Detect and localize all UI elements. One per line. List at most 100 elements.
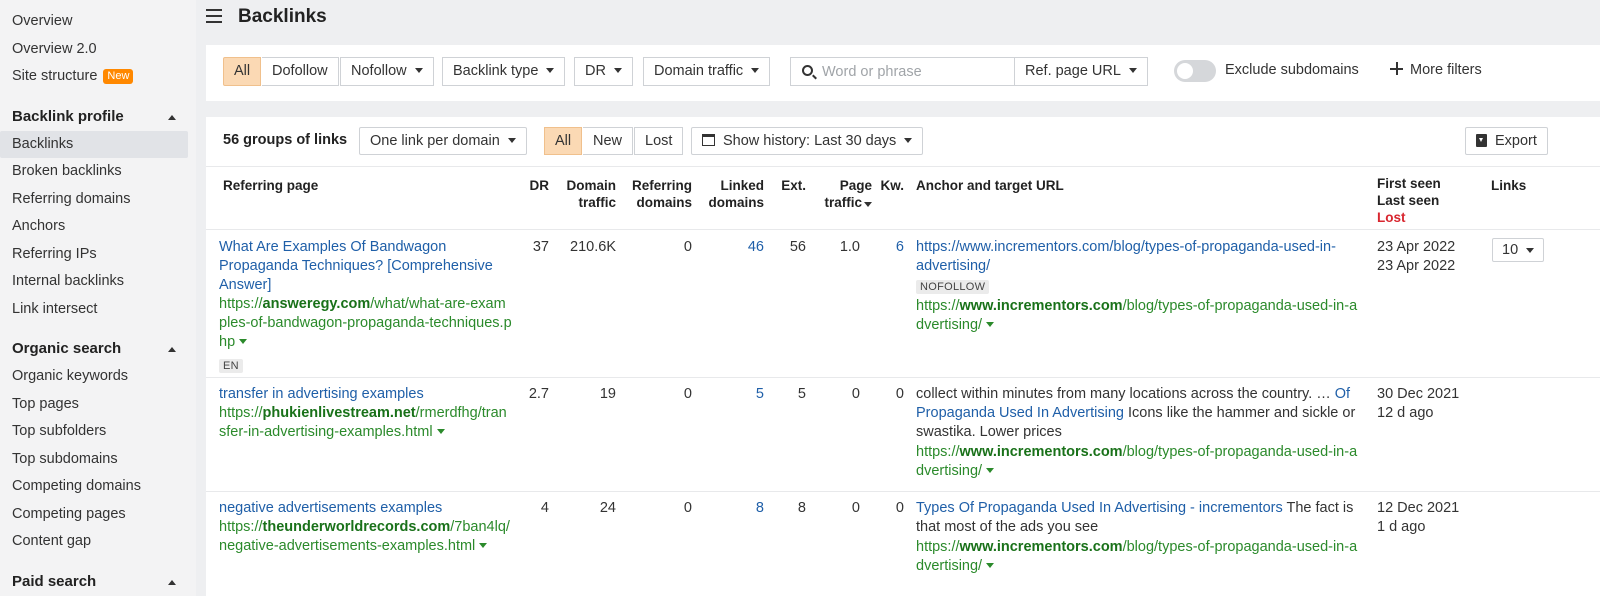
col-label: traffic bbox=[578, 195, 616, 210]
history-all-button[interactable]: All bbox=[544, 127, 583, 155]
sidebar-item-organic-keywords[interactable]: Organic keywords bbox=[0, 363, 196, 391]
col-first-last-seen[interactable]: First seen Last seen Lost bbox=[1377, 175, 1441, 226]
anchor-text: swastika. Lower prices bbox=[916, 424, 1062, 440]
url-line: https://www.incrementors.com/blog/types-… bbox=[916, 538, 1366, 557]
sidebar-item-competing-domains[interactable]: Competing domains bbox=[0, 473, 196, 501]
sidebar-item-anchors[interactable]: Anchors bbox=[0, 213, 196, 241]
anchor-link[interactable]: Of bbox=[1335, 386, 1350, 402]
expand-caret-icon[interactable] bbox=[986, 563, 995, 568]
url-part: dvertising/ bbox=[916, 463, 983, 479]
col-dr[interactable]: DR bbox=[522, 177, 550, 194]
sidebar-item-broken-backlinks[interactable]: Broken backlinks bbox=[0, 158, 196, 186]
sidebar-item-internal-backlinks[interactable]: Internal backlinks bbox=[0, 268, 196, 296]
sidebar-item-overview-2[interactable]: Overview 2.0 bbox=[0, 36, 196, 64]
referring-page-url[interactable]: https://phukienlivestream.net/rmerdfhg/t… bbox=[219, 404, 519, 442]
sidebar: Overview Overview 2.0 Site structure New … bbox=[0, 0, 196, 596]
referring-page-url[interactable]: https://answeregy.com/what/what-are-exam… bbox=[219, 295, 519, 352]
col-label: Linked bbox=[720, 178, 764, 193]
hamburger-menu-icon[interactable] bbox=[206, 9, 222, 23]
expand-caret-icon[interactable] bbox=[436, 429, 445, 434]
sidebar-item-top-pages[interactable]: Top pages bbox=[0, 391, 196, 419]
url-line: negative-advertisements-examples.html bbox=[219, 537, 519, 556]
dr-value: 2.7 bbox=[528, 386, 549, 402]
ref-page-url-dropdown[interactable]: Ref. page URL bbox=[1014, 57, 1148, 86]
col-anchor-target-url[interactable]: Anchor and target URL bbox=[916, 177, 1064, 194]
url-domain: answeregy.com bbox=[262, 296, 371, 312]
plus-icon bbox=[1390, 62, 1403, 75]
page-header: Backlinks bbox=[206, 0, 1600, 40]
col-linked-domains[interactable]: Linked domains bbox=[703, 177, 764, 211]
history-new-button[interactable]: New bbox=[583, 127, 634, 155]
col-ext[interactable]: Ext. bbox=[771, 177, 806, 194]
sidebar-section-organic-search[interactable]: Organic search bbox=[0, 335, 196, 363]
history-lost-button[interactable]: Lost bbox=[634, 127, 684, 155]
expand-caret-icon[interactable] bbox=[239, 339, 248, 344]
col-referring-page[interactable]: Referring page bbox=[223, 177, 318, 194]
search-input[interactable] bbox=[822, 58, 1007, 85]
sidebar-item-referring-domains[interactable]: Referring domains bbox=[0, 186, 196, 214]
anchor-link[interactable]: Propaganda Used In Advertising bbox=[916, 405, 1124, 421]
col-referring-domains[interactable]: Referring domains bbox=[621, 177, 692, 211]
sidebar-item-competing-pages[interactable]: Competing pages bbox=[0, 501, 196, 529]
domain-traffic-dropdown[interactable]: Domain traffic bbox=[643, 57, 771, 86]
referring-page-cell: What Are Examples Of Bandwagon Propaganda… bbox=[219, 238, 519, 375]
anchor-line: https://www.incrementors.com/blog/types-… bbox=[916, 239, 1336, 255]
sidebar-section-paid-search[interactable]: Paid search bbox=[0, 568, 196, 596]
export-label: Export bbox=[1495, 133, 1537, 149]
backlinks-panel: 56 groups of links One link per domain A… bbox=[206, 117, 1600, 596]
show-history-dropdown[interactable]: Show history: Last 30 days bbox=[691, 127, 924, 155]
exclude-subdomains-toggle[interactable] bbox=[1174, 60, 1216, 82]
sidebar-item-label: Site structure bbox=[12, 68, 98, 84]
referring-page-url[interactable]: https://theunderworldrecords.com/7ban4lq… bbox=[219, 518, 519, 556]
backlink-type-dropdown[interactable]: Backlink type bbox=[442, 57, 566, 86]
col-page-traffic[interactable]: Page traffic bbox=[812, 177, 872, 211]
linked-domains-value[interactable]: 5 bbox=[703, 385, 764, 404]
linked-domains-value[interactable]: 8 bbox=[703, 499, 764, 518]
url-part: dvertising/ bbox=[916, 317, 983, 333]
sidebar-item-overview[interactable]: Overview bbox=[0, 8, 196, 36]
collapse-caret-icon bbox=[168, 579, 176, 585]
url-domain: phukienlivestream.net bbox=[262, 405, 416, 421]
referring-page-title[interactable]: transfer in advertising examples bbox=[219, 385, 519, 404]
target-url[interactable]: https://www.incrementors.com/blog/types-… bbox=[916, 538, 1366, 576]
grouping-dropdown[interactable]: One link per domain bbox=[359, 127, 527, 155]
page-traffic-value: 1.0 bbox=[839, 239, 860, 255]
dr-dropdown[interactable]: DR bbox=[574, 57, 633, 86]
sidebar-item-content-gap[interactable]: Content gap bbox=[0, 528, 196, 556]
expand-caret-icon[interactable] bbox=[986, 468, 995, 473]
referring-page-title[interactable]: negative advertisements examples bbox=[219, 499, 519, 518]
row-divider bbox=[206, 377, 1600, 378]
anchor-link[interactable]: Types Of Propaganda Used In Advertising … bbox=[916, 500, 1283, 516]
seen-dates-cell: 23 Apr 2022 23 Apr 2022 bbox=[1377, 238, 1455, 276]
anchor-cell: Types Of Propaganda Used In Advertising … bbox=[916, 499, 1366, 576]
sidebar-item-referring-ips[interactable]: Referring IPs bbox=[0, 241, 196, 269]
filter-all-button[interactable]: All bbox=[223, 57, 262, 86]
filter-nofollow-dropdown[interactable]: Nofollow bbox=[340, 57, 434, 86]
col-label: Referring bbox=[631, 178, 692, 193]
anchor-link[interactable]: https://www.incrementors.com/blog/types-… bbox=[916, 238, 1366, 276]
target-url[interactable]: https://www.incrementors.com/blog/types-… bbox=[916, 443, 1366, 481]
col-links[interactable]: Links bbox=[1491, 177, 1526, 194]
dr-value: 4 bbox=[540, 500, 549, 516]
export-button[interactable]: Export bbox=[1465, 127, 1548, 155]
sidebar-item-top-subfolders[interactable]: Top subfolders bbox=[0, 418, 196, 446]
more-filters-button[interactable]: More filters bbox=[1390, 62, 1482, 78]
col-domain-traffic[interactable]: Domain traffic bbox=[551, 177, 616, 211]
col-kw[interactable]: Kw. bbox=[873, 177, 905, 194]
kw-value[interactable]: 6 bbox=[873, 238, 904, 257]
sidebar-item-site-structure[interactable]: Site structure New bbox=[0, 63, 196, 91]
first-seen-value: 23 Apr 2022 bbox=[1377, 239, 1456, 255]
linked-domains-value[interactable]: 46 bbox=[703, 238, 764, 257]
url-line: https://answeregy.com/what/what-are-exam bbox=[219, 295, 519, 314]
target-url[interactable]: https://www.incrementors.com/blog/types-… bbox=[916, 297, 1366, 335]
sidebar-section-backlink-profile[interactable]: Backlink profile bbox=[0, 103, 196, 131]
sidebar-item-top-subdomains[interactable]: Top subdomains bbox=[0, 446, 196, 474]
links-count-dropdown[interactable]: 10 bbox=[1492, 238, 1544, 262]
sidebar-item-link-intersect[interactable]: Link intersect bbox=[0, 296, 196, 324]
col-label: domains bbox=[636, 195, 692, 210]
expand-caret-icon[interactable] bbox=[479, 543, 488, 548]
sidebar-item-backlinks[interactable]: Backlinks bbox=[0, 130, 188, 158]
expand-caret-icon[interactable] bbox=[986, 322, 995, 327]
referring-page-title[interactable]: What Are Examples Of Bandwagon Propaganda… bbox=[219, 238, 519, 295]
filter-dofollow-button[interactable]: Dofollow bbox=[262, 57, 339, 86]
